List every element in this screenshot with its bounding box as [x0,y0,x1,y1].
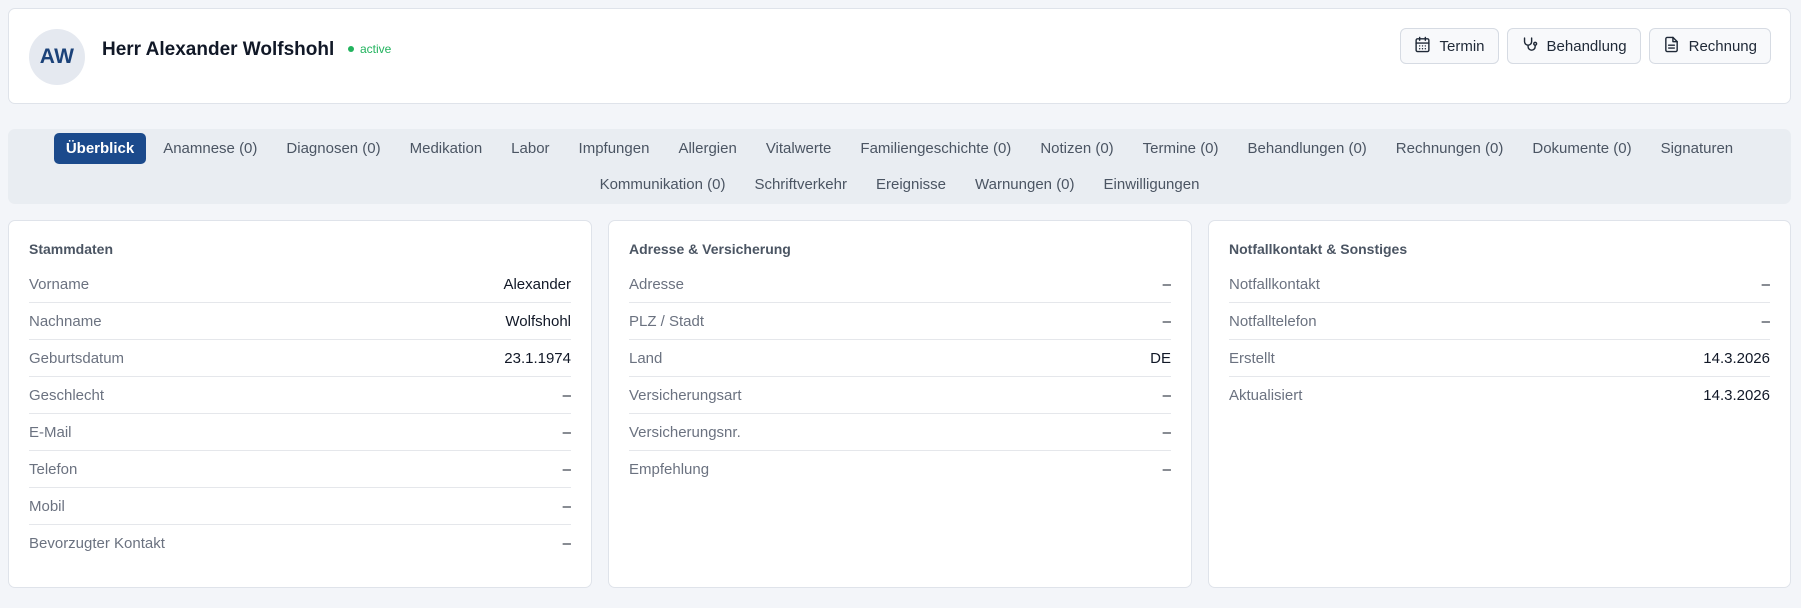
card-title: Adresse & Versicherung [629,241,791,257]
field-label: Vorname [29,275,90,293]
field-row-vorname: Vorname Alexander [29,266,571,303]
field-label: Nachname [29,312,102,330]
field-row-email: E-Mail – [29,414,571,451]
tab-einwilligungen[interactable]: Einwilligungen [1092,169,1212,200]
field-value: 14.3.2026 [1703,349,1770,367]
field-value: – [562,423,571,441]
field-label: Aktualisiert [1229,387,1303,404]
tab-behandlungen[interactable]: Behandlungen (0) [1236,133,1379,164]
termin-button-label: Termin [1439,37,1485,55]
tab-allergien[interactable]: Allergien [666,133,748,164]
field-label: Geschlecht [29,386,105,404]
card-title: Stammdaten [29,241,114,257]
field-row-mobil: Mobil – [29,488,571,525]
tab-row-1: Überblick Anamnese (0) Diagnosen (0) Med… [8,133,1791,164]
field-row-aktualisiert: Aktualisiert 14.3.2026 [1229,377,1770,414]
field-label: PLZ / Stadt [629,312,705,330]
behandlung-button[interactable]: Behandlung [1506,28,1641,64]
field-value: – [562,386,571,404]
tab-impfungen[interactable]: Impfungen [567,133,662,164]
rechnung-button-label: Rechnung [1688,37,1757,55]
field-label: Notfalltelefon [1229,312,1317,330]
field-row-adresse: Adresse – [629,266,1171,303]
status-label: active [360,42,392,56]
rechnung-button[interactable]: Rechnung [1648,28,1771,64]
field-value: – [1761,275,1770,293]
tab-notizen[interactable]: Notizen (0) [1028,133,1125,164]
field-value: – [562,535,571,552]
field-label: Versicherungsart [629,386,742,404]
field-value: – [1162,312,1171,330]
termin-button[interactable]: Termin [1399,28,1499,64]
card-stammdaten: Stammdaten Vorname Alexander Nachname Wo… [8,220,592,588]
field-value: – [562,497,571,515]
field-value: 23.1.1974 [504,349,571,367]
field-label: E-Mail [29,423,72,441]
tab-termine[interactable]: Termine (0) [1131,133,1231,164]
field-row-plz-stadt: PLZ / Stadt – [629,303,1171,340]
tab-labor[interactable]: Labor [499,133,561,164]
behandlung-button-label: Behandlung [1546,37,1627,55]
field-row-erstellt: Erstellt 14.3.2026 [1229,340,1770,377]
invoice-icon [1663,36,1680,57]
tab-ueberblick[interactable]: Überblick [53,133,147,164]
tab-dokumente[interactable]: Dokumente (0) [1520,133,1643,164]
field-value: – [562,460,571,478]
patient-name: Herr Alexander Wolfshohl [102,39,335,60]
calendar-icon [1414,36,1431,57]
tab-row-2: Kommunikation (0) Schriftverkehr Ereigni… [8,169,1791,200]
field-row-bevorzugter-kontakt: Bevorzugter Kontakt – [29,525,571,562]
field-value: Alexander [503,275,571,293]
field-row-nachname: Nachname Wolfshohl [29,303,571,340]
field-label: Telefon [29,460,78,478]
field-row-geburtsdatum: Geburtsdatum 23.1.1974 [29,340,571,377]
card-notfallkontakt-sonstiges: Notfallkontakt & Sonstiges Notfallkontak… [1208,220,1791,588]
field-row-notfalltelefon: Notfalltelefon – [1229,303,1770,340]
tab-warnungen[interactable]: Warnungen (0) [963,169,1087,200]
status-dot-icon [348,46,354,52]
tab-ereignisse[interactable]: Ereignisse [864,169,958,200]
field-value: – [1162,461,1171,478]
field-row-geschlecht: Geschlecht – [29,377,571,414]
stethoscope-icon [1521,36,1538,57]
field-row-notfallkontakt: Notfallkontakt – [1229,266,1770,303]
card-title: Notfallkontakt & Sonstiges [1229,241,1408,257]
tab-rechnungen[interactable]: Rechnungen (0) [1384,133,1516,164]
field-value: – [1162,386,1171,404]
tab-signaturen[interactable]: Signaturen [1649,133,1746,164]
tab-medikation[interactable]: Medikation [398,133,495,164]
field-row-telefon: Telefon – [29,451,571,488]
field-row-versicherungsnr: Versicherungsnr. – [629,414,1171,451]
field-label: Adresse [629,275,685,293]
tab-vitalwerte[interactable]: Vitalwerte [754,133,844,164]
field-value: Wolfshohl [505,312,571,330]
status-badge: active [348,42,391,56]
field-label: Notfallkontakt [1229,275,1320,293]
field-value: – [1761,312,1770,330]
field-row-empfehlung: Empfehlung – [629,451,1171,488]
field-value: – [1162,423,1171,441]
tab-schriftverkehr[interactable]: Schriftverkehr [742,169,859,200]
field-label: Empfehlung [629,461,710,478]
tab-familiengeschichte[interactable]: Familiengeschichte (0) [848,133,1023,164]
field-value: DE [1150,349,1171,367]
field-label: Land [629,349,663,367]
tab-kommunikation[interactable]: Kommunikation (0) [588,169,738,200]
field-label: Bevorzugter Kontakt [29,535,165,552]
field-label: Versicherungsnr. [629,423,741,441]
field-row-versicherungsart: Versicherungsart – [629,377,1171,414]
field-value: – [1162,275,1171,293]
tab-anamnese[interactable]: Anamnese (0) [151,133,269,164]
field-row-land: Land DE [629,340,1171,377]
field-label: Geburtsdatum [29,349,125,367]
avatar: AW [29,29,85,85]
patient-header: AW Herr Alexander Wolfshohl active Termi… [8,8,1791,104]
field-label: Erstellt [1229,349,1275,367]
field-value: 14.3.2026 [1703,387,1770,404]
tab-diagnosen[interactable]: Diagnosen (0) [274,133,392,164]
header-actions: Termin Behandlung Rechnung [1399,28,1771,64]
field-label: Mobil [29,497,65,515]
tab-bar: Überblick Anamnese (0) Diagnosen (0) Med… [8,129,1791,204]
card-adresse-versicherung: Adresse & Versicherung Adresse – PLZ / S… [608,220,1192,588]
